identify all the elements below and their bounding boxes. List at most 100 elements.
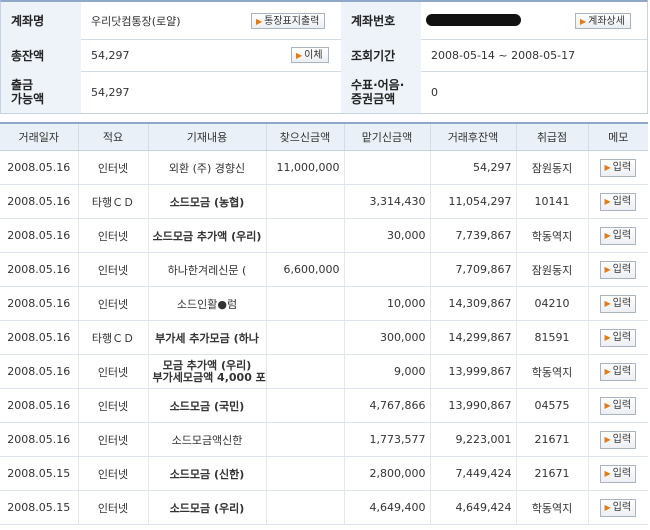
table-row: 2008.05.16 타행ＣＤ 부가세 추가모금 (하나 300,000 14,299,… bbox=[0, 320, 648, 355]
cell-branch: 잠원동지 bbox=[515, 252, 588, 287]
cell-memo: ▶ 입력 bbox=[587, 388, 648, 423]
cell-date: 2008.05.16 bbox=[0, 252, 78, 287]
cell-description: 외환 (주) 경향신 bbox=[147, 150, 266, 185]
memo-input-button[interactable]: ▶ 입력 bbox=[600, 328, 637, 347]
cell-withdrawal bbox=[265, 354, 344, 389]
memo-input-button[interactable]: ▶ 입력 bbox=[600, 396, 637, 415]
arrow-right-icon: ▶ bbox=[580, 17, 587, 26]
cell-date: 2008.05.15 bbox=[0, 490, 78, 525]
memo-input-button[interactable]: ▶ 입력 bbox=[600, 226, 637, 245]
arrow-right-icon: ▶ bbox=[604, 366, 611, 376]
cell-memo: ▶ 입력 bbox=[587, 252, 648, 287]
cell-date: 2008.05.16 bbox=[0, 354, 78, 389]
memo-input-button[interactable]: ▶ 입력 bbox=[600, 498, 637, 517]
cell-deposit bbox=[343, 150, 430, 185]
cell-withdrawal bbox=[265, 422, 344, 457]
balance-value: 54,297 bbox=[91, 48, 130, 62]
cell-type: 인터넷 bbox=[77, 388, 148, 423]
cell-description: 소드모금 (국민) bbox=[147, 388, 266, 423]
account-summary: 계좌명 우리닷컴통장(로얄) ▶ 통장표지출력 계좌번호 ▶ 계좌상세 총잔액 54… bbox=[0, 0, 648, 114]
cell-branch: 잠원동지 bbox=[515, 150, 588, 185]
cell-memo: ▶ 입력 bbox=[587, 320, 648, 355]
cell-branch: 81591 bbox=[515, 320, 588, 355]
cell-balance: 13,999,867 bbox=[429, 354, 516, 389]
memo-input-button[interactable]: ▶ 입력 bbox=[600, 362, 637, 381]
cell-balance: 7,709,867 bbox=[429, 252, 516, 287]
memo-button-label: 입력 bbox=[612, 365, 632, 377]
cell-type: 타행ＣＤ bbox=[77, 320, 148, 355]
cell-memo: ▶ 입력 bbox=[587, 150, 648, 185]
memo-input-button[interactable]: ▶ 입력 bbox=[600, 430, 637, 449]
cell-description: 소드모금 (신한) bbox=[147, 456, 266, 491]
cell-date: 2008.05.16 bbox=[0, 218, 78, 253]
table-row: 2008.05.16 인터넷 소드모금 (국민) 4,767,866 13,990,86… bbox=[0, 388, 648, 423]
summary-row-account: 계좌명 우리닷컴통장(로얄) ▶ 통장표지출력 계좌번호 ▶ 계좌상세 bbox=[1, 2, 647, 40]
cell-branch: 04575 bbox=[515, 388, 588, 423]
arrow-right-icon: ▶ bbox=[604, 196, 611, 206]
cell-memo: ▶ 입력 bbox=[587, 354, 648, 389]
cell-balance: 14,309,867 bbox=[429, 286, 516, 321]
arrow-right-icon: ▶ bbox=[256, 17, 263, 26]
cell-date: 2008.05.16 bbox=[0, 388, 78, 423]
withdrawable-label-line2: 가능액 bbox=[11, 92, 45, 106]
cell-deposit: 4,649,400 bbox=[343, 490, 430, 525]
cell-balance: 9,223,001 bbox=[429, 422, 516, 457]
memo-input-button[interactable]: ▶ 입력 bbox=[600, 464, 637, 483]
summary-row-balance: 총잔액 54,297 ▶ 이체 조회기간 2008-05-14 ~ 2008-05… bbox=[1, 39, 647, 72]
memo-button-label: 입력 bbox=[612, 229, 632, 241]
memo-button-label: 입력 bbox=[612, 467, 632, 479]
memo-input-button[interactable]: ▶ 입력 bbox=[600, 260, 637, 279]
memo-button-label: 입력 bbox=[612, 501, 632, 513]
description-line2: 부가세모금액 4,000 포함 bbox=[152, 370, 267, 384]
table-row: 2008.05.16 인터넷 소드모금액신한 1,773,577 9,223,001 21… bbox=[0, 422, 648, 457]
arrow-right-icon: ▶ bbox=[604, 162, 611, 172]
cell-deposit: 1,773,577 bbox=[343, 422, 430, 457]
header-memo: 메모 bbox=[587, 122, 648, 151]
cell-withdrawal bbox=[265, 388, 344, 423]
cell-memo: ▶ 입력 bbox=[587, 218, 648, 253]
table-row: 2008.05.16 인터넷 모금 추가액 (우리) 부가세모금액 4,000 포함 9… bbox=[0, 354, 648, 389]
cell-balance: 13,990,867 bbox=[429, 388, 516, 423]
cell-date: 2008.05.16 bbox=[0, 320, 78, 355]
cell-deposit: 3,314,430 bbox=[343, 184, 430, 219]
cell-description: 소드모금액신한 bbox=[147, 422, 266, 457]
cell-branch: 학동역지 bbox=[515, 490, 588, 525]
arrow-right-icon: ▶ bbox=[604, 332, 611, 342]
transaction-rows: 2008.05.16 인터넷 외환 (주) 경향신 11,000,000 54,297 잠… bbox=[0, 150, 648, 525]
cell-deposit: 30,000 bbox=[343, 218, 430, 253]
cell-withdrawal: 6,600,000 bbox=[265, 252, 344, 287]
transaction-table: 거래일자 적요 기재내용 찾으신금액 맡기신금액 거래후잔액 취급점 메모 20… bbox=[0, 122, 648, 525]
header-withdrawal: 찾으신금액 bbox=[265, 122, 344, 151]
cell-date: 2008.05.15 bbox=[0, 456, 78, 491]
header-description: 기재내용 bbox=[147, 122, 266, 151]
memo-input-button[interactable]: ▶ 입력 bbox=[600, 192, 637, 211]
check-label-line2: 증권금액 bbox=[351, 92, 396, 106]
summary-row-withdrawable: 출금 가능액 54,297 수표·어음· 증권금액 0 bbox=[1, 71, 647, 113]
cell-deposit: 9,000 bbox=[343, 354, 430, 389]
passbook-print-button[interactable]: ▶ 통장표지출력 bbox=[251, 13, 326, 29]
arrow-right-icon: ▶ bbox=[296, 51, 303, 60]
table-row: 2008.05.16 타행ＣＤ 소드모금 (농협) 3,314,430 11,054,2… bbox=[0, 184, 648, 219]
cell-memo: ▶ 입력 bbox=[587, 286, 648, 321]
cell-memo: ▶ 입력 bbox=[587, 490, 648, 525]
cell-memo: ▶ 입력 bbox=[587, 422, 648, 457]
cell-type: 인터넷 bbox=[77, 218, 148, 253]
memo-input-button[interactable]: ▶ 입력 bbox=[600, 294, 637, 313]
cell-withdrawal bbox=[265, 286, 344, 321]
table-row: 2008.05.16 인터넷 외환 (주) 경향신 11,000,000 54,297 잠… bbox=[0, 150, 648, 185]
arrow-right-icon: ▶ bbox=[604, 468, 611, 478]
table-row: 2008.05.15 인터넷 소드모금 (신한) 2,800,000 7,449,424… bbox=[0, 456, 648, 491]
cell-withdrawal: 11,000,000 bbox=[265, 150, 344, 185]
cell-type: 인터넷 bbox=[77, 150, 148, 185]
memo-input-button[interactable]: ▶ 입력 bbox=[600, 158, 637, 177]
arrow-right-icon: ▶ bbox=[604, 400, 611, 410]
cell-description: 소드인활●럼 bbox=[147, 286, 266, 321]
cell-branch: 04210 bbox=[515, 286, 588, 321]
withdrawable-label-line1: 출금 bbox=[11, 78, 34, 92]
memo-button-label: 입력 bbox=[612, 297, 632, 309]
transfer-button[interactable]: ▶ 이체 bbox=[291, 47, 329, 63]
cell-withdrawal bbox=[265, 320, 344, 355]
cell-description: 모금 추가액 (우리) 부가세모금액 4,000 포함 bbox=[147, 354, 267, 389]
account-detail-button[interactable]: ▶ 계좌상세 bbox=[575, 13, 631, 29]
cell-deposit: 300,000 bbox=[343, 320, 430, 355]
